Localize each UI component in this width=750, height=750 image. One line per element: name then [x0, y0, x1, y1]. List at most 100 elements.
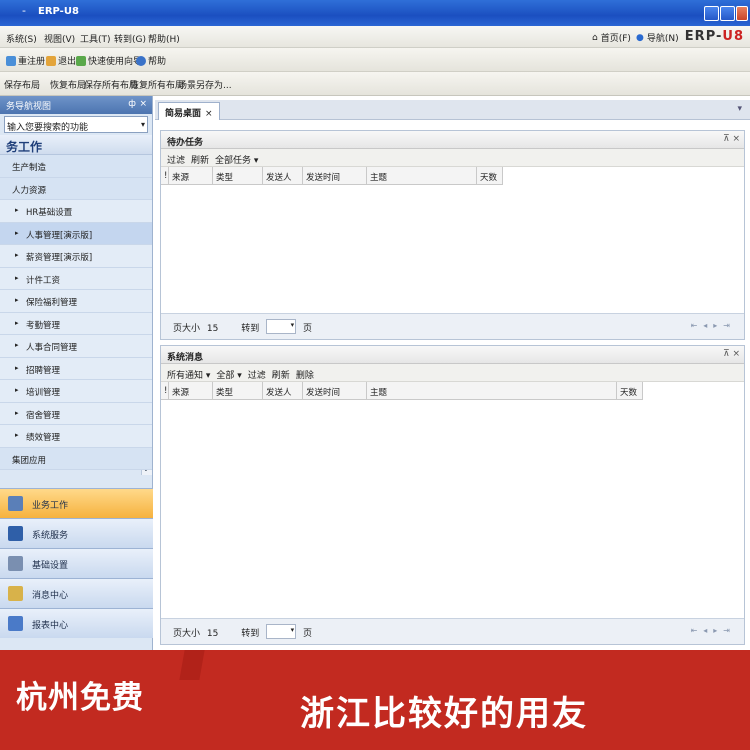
tab-close-icon[interactable]: × [205, 109, 213, 119]
column-header[interactable]: 主题 [367, 382, 617, 399]
nav-item-label: 人力资源 [12, 185, 47, 196]
column-header[interactable]: 主题 [367, 167, 477, 184]
nav-item[interactable]: ▸ 绩效管理 [0, 425, 152, 448]
banner-divider [179, 650, 205, 680]
column-header[interactable]: 类型 [213, 382, 263, 399]
chevron-down-icon[interactable]: ▾ [291, 626, 295, 634]
page-size-value[interactable]: 15 [207, 629, 218, 639]
column-header[interactable]: 来源 [169, 382, 213, 399]
chevron-right-icon[interactable]: ▸ [15, 409, 19, 417]
module-label: 系统服务 [32, 531, 69, 541]
save-scene-as-button[interactable]: 场景另存为... [178, 78, 232, 91]
column-header[interactable]: 天数 [617, 382, 643, 399]
page-size-label: 页大小 [173, 629, 201, 639]
chevron-right-icon[interactable]: ▸ [15, 206, 19, 214]
minimize-button[interactable] [704, 6, 719, 21]
panel-controls[interactable]: ⊼ × [723, 349, 740, 359]
column-header[interactable]: 类型 [213, 167, 263, 184]
help-button[interactable]: 帮助 [136, 54, 166, 67]
all-tasks-dropdown[interactable]: 全部任务 ▾ [215, 153, 258, 166]
maximize-button[interactable] [720, 6, 735, 21]
column-header[interactable]: 发送人 [263, 167, 303, 184]
goto-page-input[interactable]: ▾ [266, 624, 297, 639]
refresh-button[interactable]: 刷新 [191, 153, 209, 166]
restore-layout-button[interactable]: 恢复布局 [50, 78, 86, 91]
chevron-right-icon[interactable]: ▸ [15, 431, 19, 439]
nav-item-label: 计件工资 [26, 275, 61, 286]
nav-item[interactable]: ▸ 薪资管理[演示版] [0, 245, 152, 268]
tab-label: 简易桌面 [165, 109, 202, 119]
module-button[interactable]: 基础设置 [0, 548, 153, 578]
relogin-button[interactable]: 重注册 [6, 54, 45, 67]
refresh-button[interactable]: 刷新 [272, 368, 290, 381]
page-suffix: 页 [302, 629, 312, 639]
nav-item[interactable]: ▸ 人事管理[演示版] [0, 222, 152, 245]
module-button[interactable]: 系统服务 [0, 518, 153, 548]
system-icon [8, 526, 23, 541]
settings-icon [8, 556, 23, 571]
nav-item[interactable]: ▸ 宿舍管理 [0, 402, 152, 425]
module-button[interactable]: 业务工作 [0, 488, 153, 518]
nav-item[interactable]: ▸ 人事合同管理 [0, 335, 152, 358]
tab-simple-desktop[interactable]: 简易桌面 × [158, 102, 220, 120]
column-header[interactable]: 发送人 [263, 382, 303, 399]
chevron-down-icon[interactable]: ▾ [141, 120, 145, 129]
exit-button[interactable]: 退出 [46, 54, 76, 67]
nav-item[interactable]: ▸ 保险福利管理 [0, 290, 152, 313]
home-label: 首页(F) [600, 34, 631, 44]
column-header[interactable]: ! [161, 167, 169, 184]
menu-view[interactable]: 视图(V) [44, 32, 75, 45]
nav-item-label: 培训管理 [26, 388, 61, 398]
delete-button[interactable]: 删除 [296, 368, 314, 381]
chevron-right-icon[interactable]: ▸ [15, 229, 19, 237]
column-header[interactable]: 发送时间 [303, 167, 367, 184]
tab-menu-icon[interactable]: ▾ [737, 104, 742, 114]
filter-button[interactable]: 过滤 [167, 153, 185, 166]
nav-search-input[interactable]: 输入您要搜索的功能 ▾ [4, 116, 148, 133]
nav-item[interactable]: 集团应用 [0, 447, 152, 470]
chevron-down-icon[interactable]: ▾ [291, 321, 295, 329]
module-button[interactable]: 消息中心 [0, 578, 153, 608]
nav-item[interactable]: ▸ HR基础设置 [0, 200, 152, 223]
quick-wizard-button[interactable]: 快速使用向导 [76, 54, 142, 67]
column-header[interactable]: 来源 [169, 167, 213, 184]
all-notices-dropdown[interactable]: 所有通知 ▾ [167, 368, 210, 381]
chevron-right-icon[interactable]: ▸ [15, 386, 19, 394]
column-header[interactable]: ! [161, 382, 169, 399]
all-dropdown[interactable]: 全部 ▾ [216, 368, 241, 381]
chevron-right-icon[interactable]: ▸ [15, 341, 19, 349]
page-size-value[interactable]: 15 [207, 324, 218, 334]
save-layout-button[interactable]: 保存布局 [4, 78, 40, 91]
nav-item[interactable]: ▸ 培训管理 [0, 380, 152, 403]
chevron-right-icon[interactable]: ▸ [15, 251, 19, 259]
nav-item[interactable]: ▸ 招聘管理 [0, 357, 152, 380]
pager-arrows[interactable]: ⇤◂▸⇥ [691, 321, 736, 330]
menu-help[interactable]: 帮助(H) [148, 32, 180, 45]
menu-tools[interactable]: 工具(T) [80, 32, 111, 45]
goto-page-input[interactable]: ▾ [266, 319, 297, 334]
nav-header: 务导航视图 ф × [0, 96, 152, 114]
module-button[interactable]: 报表中心 [0, 608, 153, 638]
pager-arrows[interactable]: ⇤◂▸⇥ [691, 626, 736, 635]
chevron-right-icon[interactable]: ▸ [15, 319, 19, 327]
nav-item[interactable]: 生产制造 [0, 155, 152, 178]
home-link[interactable]: ⌂ 首页(F) [592, 31, 631, 45]
close-button[interactable] [736, 6, 748, 21]
restore-all-layouts-button[interactable]: 恢复所有布局 [130, 78, 184, 91]
filter-button[interactable]: 过滤 [248, 368, 266, 381]
pin-icon[interactable]: ф [128, 99, 136, 109]
chevron-right-icon[interactable]: ▸ [15, 274, 19, 282]
navigate-link[interactable]: ● 导航(N) [636, 31, 679, 45]
relogin-icon [6, 55, 16, 66]
column-header[interactable]: 发送时间 [303, 382, 367, 399]
nav-item[interactable]: ▸ 考勤管理 [0, 312, 152, 335]
nav-close-icon[interactable]: × [139, 99, 147, 109]
panel-controls[interactable]: ⊼ × [723, 134, 740, 144]
chevron-right-icon[interactable]: ▸ [15, 364, 19, 372]
nav-item[interactable]: ▸ 计件工资 [0, 267, 152, 290]
menu-goto[interactable]: 转到(G) [114, 32, 146, 45]
column-header[interactable]: 天数 [477, 167, 503, 184]
chevron-right-icon[interactable]: ▸ [15, 296, 19, 304]
nav-item[interactable]: 人力资源 [0, 177, 152, 200]
menu-system[interactable]: 系统(S) [6, 32, 37, 45]
